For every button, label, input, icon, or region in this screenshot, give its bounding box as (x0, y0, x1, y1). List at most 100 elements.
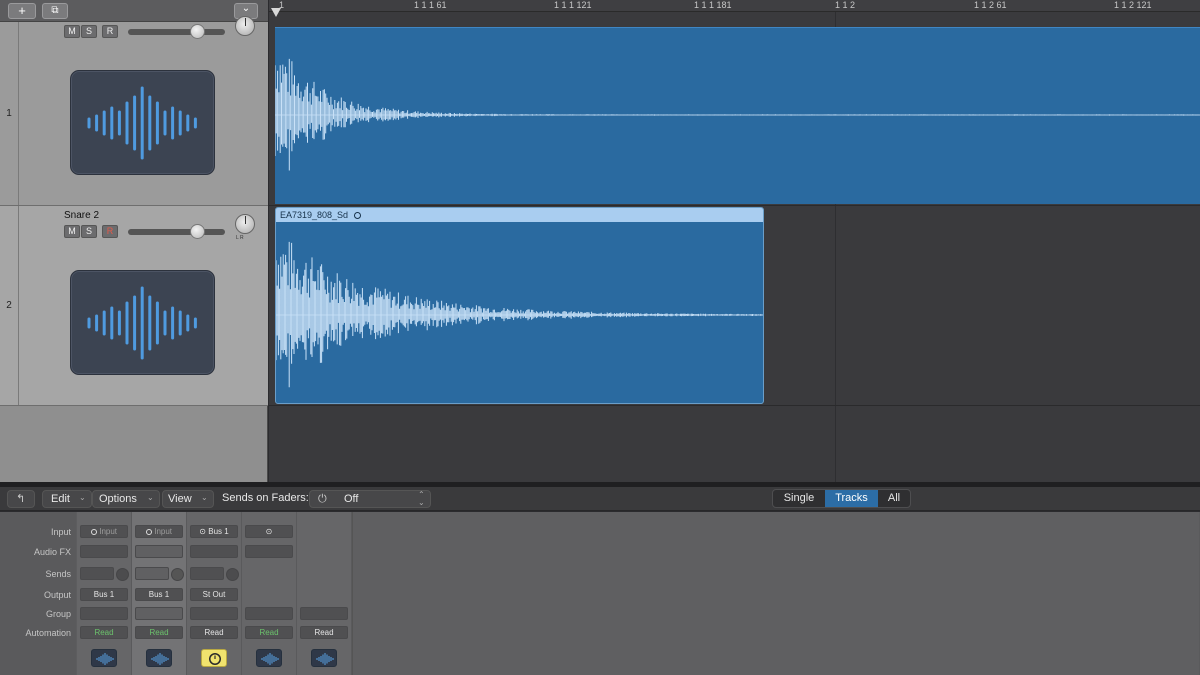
updown-icon: ⌃ ⌄ (418, 490, 425, 507)
input-slot[interactable]: Input (80, 525, 128, 538)
volume-fader[interactable] (128, 224, 225, 239)
channel-strip-2[interactable]: Input Bus 1 Read (132, 512, 187, 675)
output-slot[interactable]: Bus 1 (80, 588, 128, 601)
automation-mode-button[interactable]: Read (190, 626, 238, 639)
view-menu-label: View (168, 493, 192, 505)
channel-strip-1[interactable]: Input Bus 1 Read (77, 512, 132, 675)
automation-mode-button[interactable]: Read (300, 626, 348, 639)
mute-button[interactable]: M (64, 225, 80, 238)
ruler-label: 1 1 1 181 (694, 0, 732, 10)
group-slot[interactable] (80, 607, 128, 620)
send-slot[interactable] (135, 567, 169, 580)
region-header[interactable]: EA7319_808_Sd (276, 208, 763, 222)
group-slot[interactable] (300, 607, 348, 620)
audio-track-icon[interactable] (256, 649, 282, 667)
mixer-empty-area (352, 512, 1200, 675)
pan-knob[interactable] (235, 214, 255, 234)
volume-fader[interactable] (128, 24, 225, 39)
pan-knob[interactable] (235, 16, 255, 36)
group-slot[interactable] (245, 607, 293, 620)
automation-mode-button[interactable]: Read (135, 626, 183, 639)
input-format-icon (90, 529, 97, 535)
group-slot[interactable] (135, 607, 183, 620)
mute-button[interactable]: M (64, 25, 80, 38)
region-name: EA7319_808_Sd (280, 210, 349, 220)
chevron-down-icon: ⌄ (201, 493, 208, 502)
send-slot[interactable] (190, 567, 224, 580)
volume-fader-knob[interactable] (190, 24, 205, 39)
edit-menu[interactable]: Edit ⌄ (42, 490, 92, 508)
row-label-output: Output (43, 590, 71, 600)
row-label-input: Input (50, 527, 71, 537)
view-menu[interactable]: View ⌄ (162, 490, 214, 508)
audio-track-icon[interactable] (311, 649, 337, 667)
tab-all[interactable]: All (878, 490, 910, 507)
chevron-down-icon: ⌄ (147, 493, 154, 502)
audio-fx-slot[interactable] (190, 545, 238, 558)
track-header-1[interactable]: 1 M S R (0, 16, 268, 206)
pan-lr-label: L R (236, 235, 244, 241)
record-enable-button[interactable]: R (102, 225, 118, 238)
bar-ruler[interactable]: 1 1 1 1 61 1 1 1 121 1 1 1 181 1 1 2 1 1… (269, 0, 1200, 17)
automation-mode-button[interactable]: Read (245, 626, 293, 639)
audio-fx-slot[interactable] (80, 545, 128, 558)
channel-strip-5[interactable]: Read (297, 512, 352, 675)
region-waveform (276, 241, 763, 388)
options-menu[interactable]: Options ⌄ (92, 490, 160, 508)
audio-track-icon[interactable] (146, 649, 172, 667)
input-slot[interactable]: ⊙ (245, 525, 293, 538)
stereo-link-icon: ⊙ (265, 527, 273, 536)
region-waveform (275, 58, 1200, 171)
edit-menu-label: Edit (51, 493, 70, 505)
power-icon: ⏻ (318, 493, 327, 505)
row-label-audio-fx: Audio FX (33, 547, 71, 557)
volume-fader-knob[interactable] (190, 224, 205, 239)
output-slot[interactable]: St Out (190, 588, 238, 601)
send-level-knob[interactable] (171, 568, 184, 581)
track-number: 2 (0, 206, 19, 405)
tracks-area[interactable]: EA7319_808_Sd 1 1 1 1 61 1 1 1 121 1 1 1… (269, 0, 1200, 482)
track-headers: + ⧉ ⌄ 1 M S R 2 Snare 2 M S R L R (0, 0, 268, 482)
track-number: 1 (0, 22, 19, 205)
input-slot[interactable]: ⊙ Bus 1 (190, 525, 238, 538)
sends-on-faders-select[interactable]: ⏻ Off ⌃ ⌄ (309, 490, 431, 508)
track-name[interactable]: Snare 2 (64, 210, 99, 221)
playhead-marker[interactable] (271, 8, 281, 17)
input-slot[interactable]: Input (135, 525, 183, 538)
channel-strip-4[interactable]: ⊙ Read (242, 512, 297, 675)
record-enable-button[interactable]: R (102, 25, 118, 38)
audio-track-icon[interactable] (91, 649, 117, 667)
output-slot[interactable]: Bus 1 (135, 588, 183, 601)
send-level-knob[interactable] (226, 568, 239, 581)
tab-single[interactable]: Single (773, 490, 825, 507)
send-slot[interactable] (80, 567, 114, 580)
automation-mode-button[interactable]: Read (80, 626, 128, 639)
duplicate-track-button[interactable]: ⧉ (42, 3, 68, 19)
add-track-button[interactable]: + (8, 3, 36, 19)
track-header-toolbar: + ⧉ ⌄ (0, 0, 268, 22)
lane-separator (269, 205, 1200, 206)
audio-fx-slot[interactable] (245, 545, 293, 558)
audio-region-track-1[interactable] (275, 27, 1200, 204)
audio-fx-slot[interactable] (135, 545, 183, 558)
input-format-icon (145, 529, 152, 535)
tab-tracks[interactable]: Tracks (825, 490, 878, 507)
send-level-knob[interactable] (116, 568, 129, 581)
track-header-2[interactable]: 2 Snare 2 M S R L R (0, 206, 268, 406)
back-button[interactable]: ↰ (7, 490, 35, 508)
ruler-label: 1 1 2 121 (1114, 0, 1152, 10)
lane-separator (269, 405, 1200, 406)
audio-region-track-2[interactable]: EA7319_808_Sd (275, 207, 764, 404)
mixer-row-labels: Input Audio FX Sends Output Group Automa… (0, 512, 76, 675)
options-menu-label: Options (99, 493, 137, 505)
input-slot-label: Bus 1 (208, 527, 229, 536)
aux-track-icon[interactable] (201, 649, 227, 667)
group-slot[interactable] (190, 607, 238, 620)
channel-strip-3[interactable]: ⊙ Bus 1 St Out Read (187, 512, 242, 675)
solo-button[interactable]: S (81, 225, 97, 238)
mixer-menu-bar: ↰ Edit ⌄ Options ⌄ View ⌄ Sends on Fader… (0, 487, 1200, 511)
loop-icon (354, 212, 362, 219)
audio-track-icon (70, 270, 215, 375)
ruler-label: 1 1 2 (835, 0, 856, 10)
solo-button[interactable]: S (81, 25, 97, 38)
